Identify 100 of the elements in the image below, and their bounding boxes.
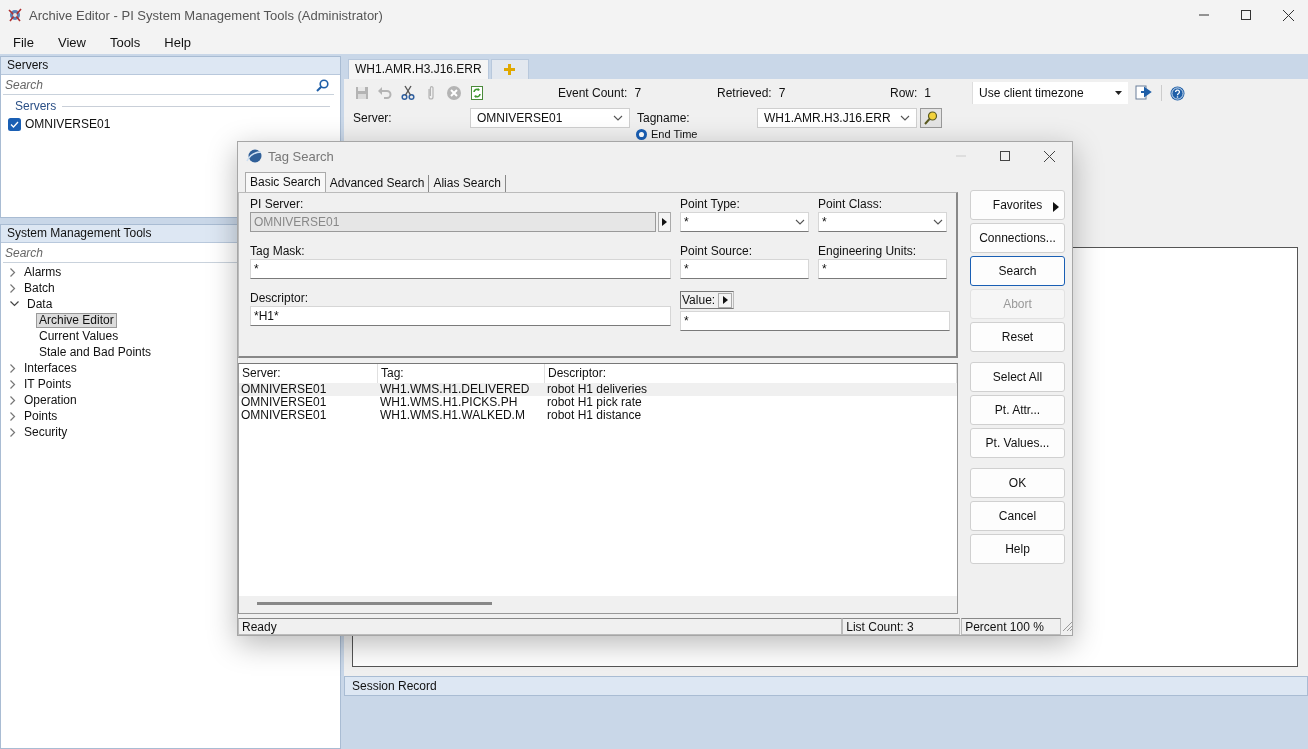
timezone-dropdown[interactable]: Use client timezone [972, 82, 1128, 104]
chevron-right-icon[interactable] [10, 411, 16, 421]
export-icon[interactable] [1135, 85, 1153, 101]
table-cell-text: robot H1 distance [546, 409, 643, 422]
result-row[interactable]: OMNIVERSE01 WH1.WMS.H1.DELIVERED robot H1 deliveries [239, 383, 957, 396]
scissors-icon[interactable] [400, 85, 416, 101]
menu-item[interactable]: Tools [97, 34, 153, 50]
table-cell-text: WH1.WMS.H1.WALKED.M [379, 409, 526, 422]
search-icon[interactable] [316, 78, 329, 92]
dialog-button[interactable]: Select All [970, 362, 1065, 392]
tree-item[interactable]: Interfaces [21, 360, 80, 376]
dialog-button[interactable]: Cancel [970, 501, 1065, 531]
table-cell-text: WH1.WMS.H1.PICKS.PH [379, 396, 519, 409]
table-cell-text: OMNIVERSE01 [240, 383, 328, 396]
dialog-button[interactable]: Connections... [970, 223, 1065, 253]
tab[interactable]: Advanced Search [325, 175, 430, 192]
server-dropdown[interactable]: OMNIVERSE01 [470, 107, 630, 128]
point-source-field[interactable]: * [680, 259, 809, 279]
radio-button[interactable] [636, 128, 647, 140]
arrow-button[interactable] [658, 212, 671, 232]
dialog-button[interactable]: Help [970, 534, 1065, 564]
panel-header: Session Record [344, 676, 1308, 696]
tagname-dropdown[interactable]: WH1.AMR.H3.J16.ERR [757, 107, 917, 128]
point-class-dropdown[interactable]: * [818, 212, 947, 232]
chevron-right-icon[interactable] [10, 267, 16, 277]
dialog-title: Tag Search [268, 148, 334, 164]
server-field: OMNIVERSE01 [250, 212, 656, 232]
result-row[interactable]: OMNIVERSE01 WH1.WMS.H1.WALKED.M robot H1 distance [239, 409, 957, 422]
chevron-down-icon[interactable] [933, 219, 943, 225]
value-menu-button[interactable]: Value: [680, 291, 734, 309]
dialog-button[interactable]: OK [970, 468, 1065, 498]
point-type-dropdown[interactable]: * [680, 212, 809, 232]
radio-label[interactable]: End Time [651, 128, 698, 140]
dialog-button[interactable]: Search [970, 256, 1065, 286]
chevron-right-icon[interactable] [10, 427, 16, 437]
result-row[interactable]: OMNIVERSE01 WH1.WMS.H1.PICKS.PH robot H1 pick rate [239, 396, 957, 409]
refresh-icon[interactable] [469, 85, 485, 101]
stat-value: 7 [778, 86, 786, 100]
tree-item[interactable]: Data [24, 296, 56, 312]
field-label: Tag Mask: [250, 244, 306, 259]
value-field[interactable]: * [680, 311, 950, 331]
table-cell-text: OMNIVERSE01 [240, 409, 328, 422]
search-field[interactable]: Search [3, 78, 316, 92]
tab[interactable]: Alias Search [429, 175, 506, 192]
dialog-button[interactable]: Pt. Attr... [970, 395, 1065, 425]
tree-item[interactable]: Archive Editor [36, 312, 117, 328]
engineering-units-field[interactable]: * [818, 259, 947, 279]
chevron-down-icon[interactable] [10, 301, 19, 307]
field-label: Engineering Units: [818, 244, 918, 259]
scrollbar-thumb[interactable] [257, 602, 492, 605]
checkbox[interactable] [8, 117, 21, 131]
resize-grip-icon[interactable] [1063, 622, 1072, 631]
chevron-right-icon[interactable] [10, 363, 16, 373]
stat-label: Retrieved: [717, 86, 772, 100]
field-label: Point Class: [818, 197, 884, 212]
tree-item[interactable]: IT Points [21, 376, 75, 392]
chevron-right-icon[interactable] [10, 283, 16, 293]
tree-item[interactable]: Batch [21, 280, 58, 296]
maximize-icon[interactable] [1241, 10, 1251, 20]
tree-item[interactable]: Points [21, 408, 61, 424]
menu-item[interactable]: View [45, 34, 98, 50]
dialog-button[interactable]: Reset [970, 322, 1065, 352]
caret-icon[interactable] [1115, 91, 1122, 95]
maximize-icon[interactable] [1000, 151, 1010, 161]
arrow-right-icon [1053, 202, 1059, 212]
field-label: Descriptor: [250, 291, 309, 306]
tree-item[interactable]: Operation [21, 392, 80, 408]
descriptor-field[interactable]: *H1* [250, 306, 671, 326]
chevron-down-icon[interactable] [900, 114, 910, 121]
menu-item[interactable]: File [1, 34, 46, 50]
stat-value: 1 [924, 86, 932, 100]
table-cell-text: robot H1 pick rate [546, 396, 643, 409]
table-cell-text: robot H1 deliveries [546, 383, 649, 396]
chevron-right-icon[interactable] [10, 379, 16, 389]
tab[interactable]: Basic Search [245, 172, 326, 192]
field-label: Point Source: [680, 244, 754, 259]
tree-item[interactable]: Security [21, 424, 71, 440]
server-name[interactable]: OMNIVERSE01 [25, 117, 111, 131]
tree-item[interactable]: Alarms [21, 264, 65, 280]
table-cell-text: WH1.WMS.H1.DELIVERED [379, 383, 531, 396]
close-icon[interactable] [1044, 150, 1055, 162]
stat-label: Row: [890, 86, 918, 100]
dialog-button[interactable]: Pt. Values... [970, 428, 1065, 458]
stat-value: 7 [634, 86, 642, 100]
menu-item[interactable]: Help [152, 34, 203, 50]
dialog-button[interactable]: Favorites [970, 190, 1065, 220]
close-icon[interactable] [1283, 9, 1294, 21]
app-icon [7, 7, 23, 23]
chevron-down-icon[interactable] [795, 219, 805, 225]
tag-mask-field[interactable]: * [250, 259, 671, 279]
chevron-down-icon[interactable] [613, 114, 623, 121]
chevron-right-icon[interactable] [10, 395, 16, 405]
tree-item[interactable]: Current Values [36, 328, 122, 344]
tab[interactable]: WH1.AMR.H3.J16.ERR [348, 59, 489, 79]
arrow-right-icon[interactable] [662, 218, 667, 226]
window-title: Archive Editor - PI System Management Tools (Administrator) [29, 7, 383, 23]
tree-item[interactable]: Stale and Bad Points [36, 344, 155, 360]
arrow-right-icon[interactable] [722, 296, 728, 304]
help-icon[interactable] [1170, 85, 1185, 101]
dialog-icon [246, 148, 262, 164]
